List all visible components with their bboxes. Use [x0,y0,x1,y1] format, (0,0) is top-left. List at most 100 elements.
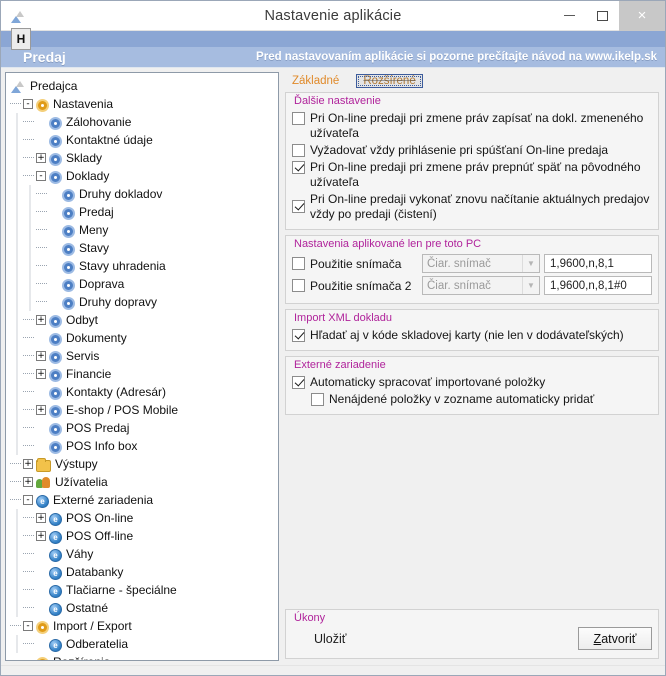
tree-item-label: Odberatelia [66,637,129,651]
tree-item[interactable]: + Financie [10,365,276,383]
checkbox-switch-back-user[interactable] [292,161,305,174]
tree-item[interactable]: - Doklady [10,167,276,185]
tree-item[interactable]: + E-shop / POS Mobile [10,401,276,419]
select-scanner-device-2[interactable]: Čiar. snímač ▼ [422,276,540,295]
tree-item[interactable]: + Užívatelia [10,473,276,491]
select-scanner-device-1[interactable]: Čiar. snímač ▼ [422,254,540,273]
scanner-row-2[interactable]: Použitie snímača 2 Čiar. snímač ▼ 1,9600… [292,276,652,295]
tree-item[interactable]: Stavy uhradenia [10,257,276,275]
label-use-scanner-2: Použitie snímača 2 [310,278,412,293]
tree-item-label: Stavy uhradenia [79,259,166,273]
tree-item[interactable]: Zálohovanie [10,113,276,131]
checkbox-use-scanner-2[interactable] [292,279,305,292]
tree-item[interactable]: + Výstupy [10,455,276,473]
tree-item[interactable]: Predaj [10,203,276,221]
settings-detail-pane: Základné Rozšírené Ďalšie nastavenie Pri… [283,72,661,661]
gear-blue-icon [49,422,62,436]
maximize-button[interactable] [586,1,619,31]
minimize-button[interactable] [553,1,586,31]
tree-indent-guide [10,365,23,383]
checkbox-row-search-stock-code[interactable]: Hľadať aj v kóde skladovej karty (nie le… [292,328,652,343]
collapse-icon[interactable]: - [23,621,33,631]
close-dialog-button[interactable]: Zatvoriť [578,627,652,650]
tree-item-label: Meny [79,223,109,237]
checkbox-reload-sales[interactable] [292,200,305,213]
tree-indent-guide [10,149,23,167]
checkbox-search-stock-code[interactable] [292,329,305,342]
checkbox-auto-process-items[interactable] [292,376,305,389]
tree-item[interactable]: Doprava [10,275,276,293]
tree-item-label: Doklady [66,169,110,183]
expand-icon[interactable]: + [36,351,46,361]
settings-tree[interactable]: Predajca - Nastavenia Zálohovanie Kontaktné … [6,73,278,660]
tab-rozsirene[interactable]: Rozšírené [356,74,423,88]
tree-item[interactable]: e Databanky [10,563,276,581]
checkbox-row-reload-sales[interactable]: Pri On-line predaji vykonať znovu načíta… [292,192,652,222]
tab-zakladne[interactable]: Základné [289,74,342,88]
gear-blue-icon [62,224,75,238]
tree-indent-guide [23,581,36,599]
tree-item[interactable]: POS Predaj [10,419,276,437]
close-button-accesskey: Z [593,631,602,646]
checkbox-write-changed-user[interactable] [292,112,305,125]
chevron-down-icon: ▼ [522,277,539,294]
expand-icon[interactable]: + [36,513,46,523]
tree-indent-guide [10,545,23,563]
input-scanner-params-1[interactable]: 1,9600,n,8,1 [544,254,652,273]
tree-item[interactable]: + Sklady [10,149,276,167]
menu-item-h[interactable]: H [11,28,31,50]
collapse-icon[interactable]: - [36,171,46,181]
expand-icon[interactable]: + [36,405,46,415]
tree-item[interactable]: - Nastavenia [10,95,276,113]
tree-item[interactable]: e Tlačiarne - špeciálne [10,581,276,599]
gear-orange-icon [36,656,49,660]
checkbox-row-auto-add-missing[interactable]: Nenájdené položky v zozname automaticky … [311,392,652,407]
expand-icon[interactable]: + [23,477,33,487]
tree-item[interactable]: Stavy [10,239,276,257]
checkbox-row-write-changed-user[interactable]: Pri On-line predaji pri zmene práv zapís… [292,111,652,141]
input-scanner-params-2[interactable]: 1,9600,n,8,1#0 [544,276,652,295]
tree-item[interactable]: - Import / Export [10,617,276,635]
tree-item-label: POS Info box [66,439,138,453]
expand-icon[interactable]: + [36,531,46,541]
tree-indent-guide [23,365,36,383]
scanner-row-1[interactable]: Použitie snímača Čiar. snímač ▼ 1,9600,n… [292,254,652,273]
tree-indent-guide [10,509,23,527]
tree-indent-guide [23,275,36,293]
settings-tree-pane[interactable]: Predajca - Nastavenia Zálohovanie Kontaktné … [5,72,279,661]
checkbox-row-auto-process-items[interactable]: Automaticky spracovať importované položk… [292,375,652,390]
tree-item[interactable]: POS Info box [10,437,276,455]
tree-item[interactable]: e Odberatelia [10,635,276,653]
tree-item[interactable]: Kontakty (Adresár) [10,383,276,401]
tree-item[interactable]: - e Externé zariadenia [10,491,276,509]
tree-item[interactable]: + Servis [10,347,276,365]
expand-icon[interactable]: + [23,459,33,469]
checkbox-require-login[interactable] [292,144,305,157]
checkbox-row-require-login[interactable]: Vyžadovať vždy prihlásenie pri spúšťaní … [292,143,652,158]
tree-item[interactable]: Predajca [10,77,276,95]
tree-item[interactable]: + e POS Off-line [10,527,276,545]
save-link[interactable]: Uložiť [314,632,346,646]
tree-item[interactable]: Druhy dokladov [10,185,276,203]
checkbox-auto-add-missing[interactable] [311,393,324,406]
tree-item[interactable]: Dokumenty [10,329,276,347]
checkbox-row-switch-back-user[interactable]: Pri On-line predaji pri zmene práv prepn… [292,160,652,190]
tree-item[interactable]: Kontaktné údaje [10,131,276,149]
tree-item[interactable]: Meny [10,221,276,239]
tree-indent-guide [23,329,36,347]
collapse-icon[interactable]: - [23,495,33,505]
close-button[interactable]: × [619,0,665,31]
tree-indent-guide [10,131,23,149]
tree-item[interactable]: e Váhy [10,545,276,563]
tree-item[interactable]: + e POS On-line [10,509,276,527]
tree-item[interactable]: + Odbyt [10,311,276,329]
collapse-icon[interactable]: - [23,99,33,109]
checkbox-use-scanner-1[interactable] [292,257,305,270]
tree-item[interactable]: e Ostatné [10,599,276,617]
expand-icon[interactable]: + [36,369,46,379]
expand-icon[interactable]: + [36,153,46,163]
tree-item[interactable]: Rozšírenia [10,653,276,660]
tree-item[interactable]: Druhy dopravy [10,293,276,311]
tree-indent-guide [10,437,23,455]
expand-icon[interactable]: + [36,315,46,325]
